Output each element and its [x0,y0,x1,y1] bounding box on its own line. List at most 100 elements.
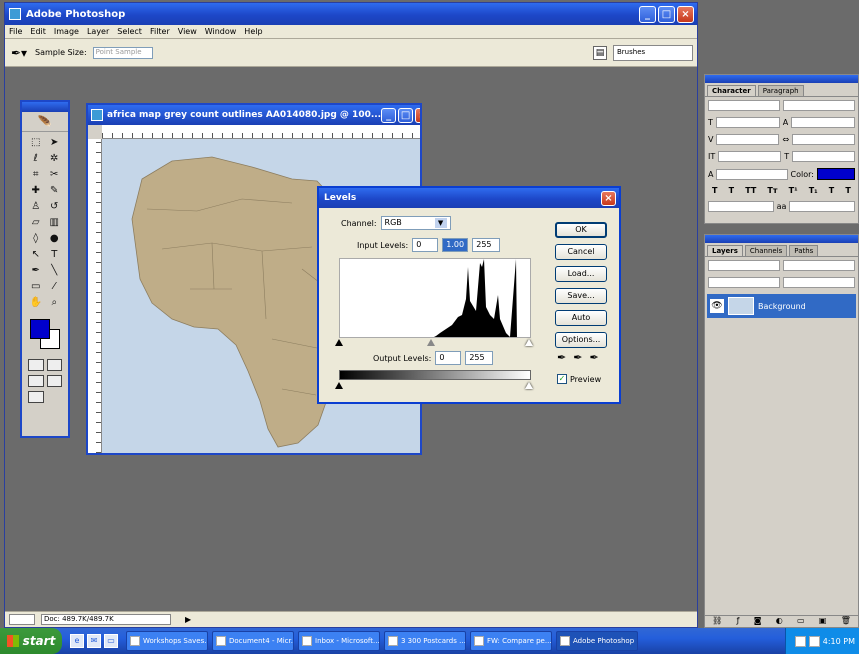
adjustment-layer-icon[interactable]: ◐ [776,616,783,627]
pen-tool-icon[interactable]: ✒ [27,263,45,278]
screen-mode-full-icon[interactable] [46,375,62,387]
type-tool-icon[interactable]: T [46,247,64,262]
slice-tool-icon[interactable]: ✂ [46,167,64,182]
antialias-field[interactable] [789,201,855,212]
subscript-icon[interactable]: T₁ [809,186,818,195]
app-titlebar[interactable]: Adobe Photoshop _ □ × [5,3,697,25]
magic-wand-tool-icon[interactable]: ✲ [46,151,64,166]
output-white-field[interactable]: 255 [465,351,494,365]
browser-icon[interactable]: e [70,634,84,648]
dodge-tool-icon[interactable]: ● [46,231,64,246]
menu-filter[interactable]: Filter [150,27,170,36]
palette-titlebar[interactable] [705,235,858,243]
baseline-field[interactable] [716,168,788,180]
menu-view[interactable]: View [178,27,197,36]
levels-titlebar[interactable]: Levels × [319,188,619,208]
vertical-scale-field[interactable] [718,151,782,162]
palette-well-brushes[interactable]: Brushes [613,44,693,61]
faux-bold-icon[interactable]: T [712,186,717,195]
close-button[interactable]: × [677,5,694,23]
network-icon[interactable] [794,635,806,647]
healing-brush-tool-icon[interactable]: ✚ [27,183,45,198]
levels-close-button[interactable]: × [601,190,616,206]
crop-tool-icon[interactable]: ⌗ [27,167,45,182]
desktop-icon[interactable]: ▭ [104,634,118,648]
input-white-field[interactable]: 255 [472,238,501,252]
preview-checkbox[interactable]: ✓ Preview [557,374,601,384]
path-selection-tool-icon[interactable]: ↖ [27,247,45,262]
move-tool-icon[interactable]: ➤ [46,135,64,150]
blend-mode-select[interactable] [708,260,780,271]
shape-tool-icon[interactable]: ╲ [46,263,64,278]
options-button[interactable]: Options... [555,332,607,348]
tab-channels[interactable]: Channels [744,245,788,256]
output-black-field[interactable]: 0 [435,351,462,365]
opacity-field[interactable] [783,260,855,271]
menu-edit[interactable]: Edit [30,27,46,36]
fill-field[interactable] [783,277,855,288]
standard-mode-icon[interactable] [28,359,44,371]
new-set-icon[interactable]: ▭ [797,616,805,627]
task-button[interactable]: Inbox - Microsoft... [298,631,380,651]
hand-tool-icon[interactable]: ✋ [27,295,45,310]
menu-help[interactable]: Help [244,27,262,36]
doc-close-button[interactable]: × [415,107,420,123]
document-titlebar[interactable]: africa map grey count outlines AA014080.… [88,105,420,125]
minimize-button[interactable]: _ [639,5,656,23]
tab-layers[interactable]: Layers [707,245,743,256]
output-white-handle[interactable] [525,382,533,389]
input-gamma-field[interactable]: 1.00 [442,238,469,252]
maximize-button[interactable]: □ [658,5,675,23]
output-black-handle[interactable] [335,382,343,389]
auto-button[interactable]: Auto [555,310,607,326]
white-point-handle[interactable] [525,339,533,346]
input-slider[interactable] [335,339,533,347]
new-layer-icon[interactable]: ▣ [819,616,827,627]
gray-eyedropper-icon[interactable]: ✒ [573,351,582,364]
faux-italic-icon[interactable]: T [729,186,734,195]
blur-tool-icon[interactable]: ◊ [27,231,45,246]
menu-window[interactable]: Window [205,27,237,36]
palette-titlebar[interactable] [705,75,858,83]
black-eyedropper-icon[interactable]: ✒ [557,351,566,364]
layer-style-icon[interactable]: ƒ [737,616,740,627]
horizontal-scale-field[interactable] [792,151,856,162]
notes-tool-icon[interactable]: ▭ [27,279,45,294]
eye-icon[interactable]: 👁 [710,299,724,313]
task-button-active[interactable]: Adobe Photoshop [556,631,638,651]
superscript-icon[interactable]: T¹ [789,186,798,195]
link-icon[interactable]: ⛓ [712,616,722,627]
eyedropper-tool-icon[interactable]: ⁄ [46,279,64,294]
eraser-tool-icon[interactable]: ▱ [27,215,45,230]
font-size-field[interactable] [715,117,780,128]
brush-tool-icon[interactable]: ✎ [46,183,64,198]
start-button[interactable]: start [0,628,62,654]
leading-field[interactable] [791,117,855,128]
task-button[interactable]: FW: Compare pe... [470,631,552,651]
zoom-tool-icon[interactable]: ⌕ [46,295,64,310]
cancel-button[interactable]: Cancel [555,244,607,260]
menu-file[interactable]: File [9,27,22,36]
doc-minimize-button[interactable]: _ [381,107,397,123]
photoshop-feather-icon[interactable]: 🪶 [22,112,68,132]
text-color-swatch[interactable] [817,168,855,180]
doc-maximize-button[interactable]: □ [398,107,414,123]
input-black-field[interactable]: 0 [412,238,439,252]
volume-icon[interactable] [808,635,820,647]
all-caps-icon[interactable]: TT [745,186,756,195]
tab-paragraph[interactable]: Paragraph [757,85,804,96]
task-button[interactable]: Document4 - Micr... [212,631,294,651]
channel-select[interactable]: RGB ▼ [380,216,451,230]
quickmask-mode-icon[interactable] [46,359,62,371]
white-eyedropper-icon[interactable]: ✒ [589,351,598,364]
menu-select[interactable]: Select [117,27,142,36]
menu-layer[interactable]: Layer [87,27,109,36]
language-field[interactable] [708,201,774,212]
output-slider[interactable] [335,382,533,390]
trash-icon[interactable]: 🗑 [841,616,851,627]
ok-button[interactable]: OK [555,222,607,238]
font-family-field[interactable] [708,100,780,111]
zoom-field[interactable] [9,614,35,625]
small-caps-icon[interactable]: Tт [767,186,777,195]
stamp-tool-icon[interactable]: ♙ [27,199,45,214]
